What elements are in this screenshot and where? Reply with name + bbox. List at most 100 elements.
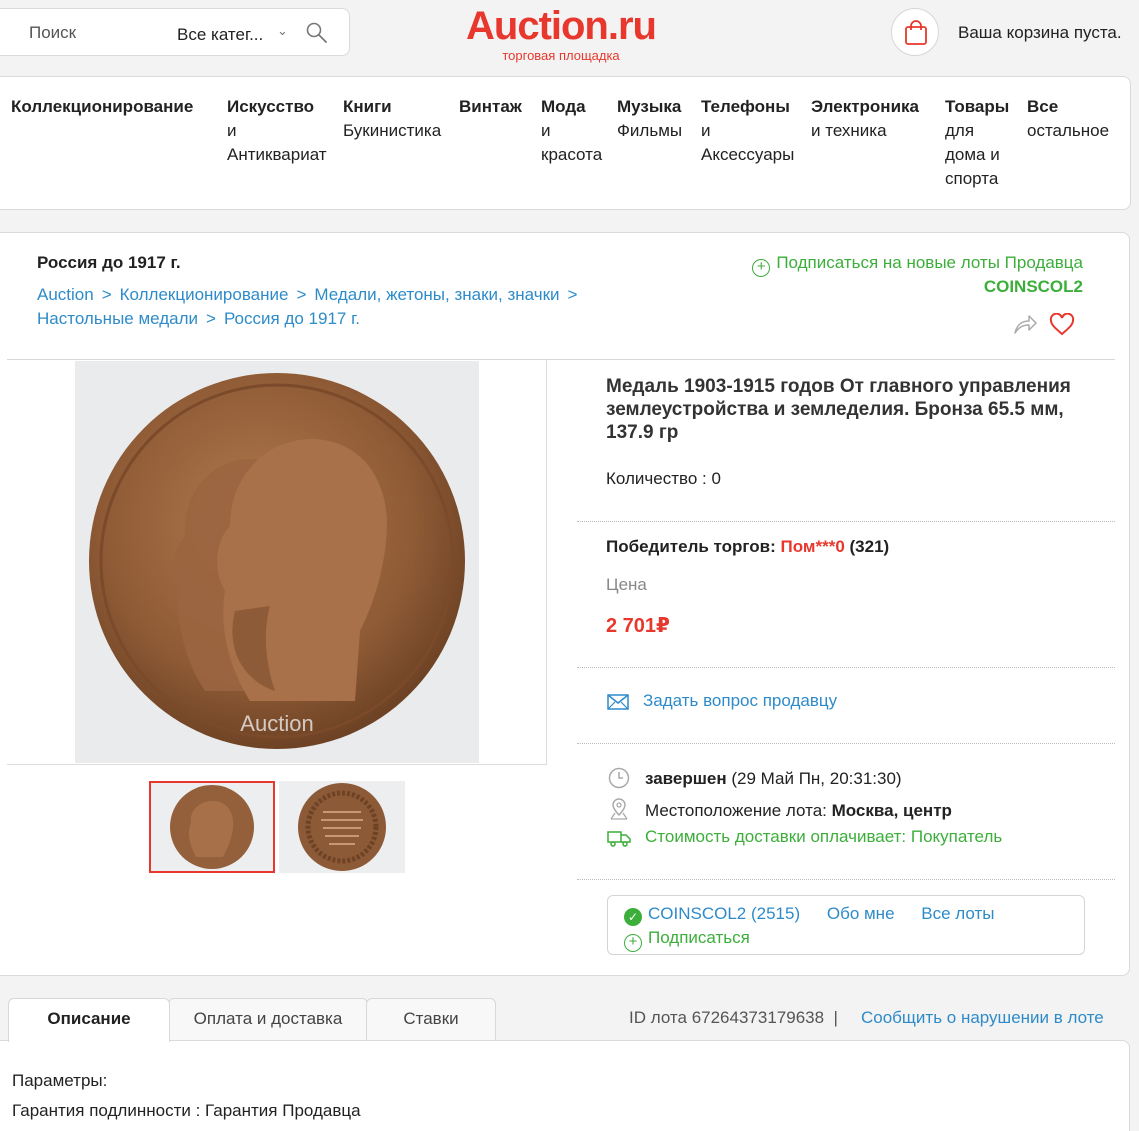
breadcrumb-separator: > — [296, 285, 307, 304]
lot-id: ID лота 67264373179638 | — [629, 1008, 838, 1028]
medal-obverse-image: Auction — [75, 361, 479, 763]
breadcrumb: Auction > Коллекционирование > Медали, жетон… — [37, 283, 657, 331]
nav-item-title: Электроника — [811, 97, 919, 116]
subscribe-seller-label: Подписаться на новые лоты Продавца — [776, 253, 1083, 272]
subscribe-seller-link[interactable]: + Подписаться на новые лоты Продавца — [752, 253, 1083, 277]
nav-item-sub: и техника — [811, 121, 887, 140]
breadcrumb-link[interactable]: Коллекционирование — [120, 285, 289, 304]
breadcrumb-separator: > — [567, 285, 578, 304]
tab-description[interactable]: Описание — [8, 998, 170, 1042]
nav-item-sub: Аксессуары — [701, 145, 795, 164]
dotted-divider — [577, 879, 1115, 880]
price: 2 701₽ — [606, 615, 670, 637]
top-bar: Все катег... ⌄ Auction.ru торговая площа… — [0, 0, 1139, 70]
nav-item-sub: и — [227, 121, 237, 140]
auction-winner: Победитель торгов: Пом***0 (321) — [606, 537, 889, 557]
breadcrumb-link[interactable]: Auction — [37, 285, 94, 304]
about-seller-link[interactable]: Обо мне — [827, 904, 895, 923]
nav-item-collecting[interactable]: Коллекционирование — [11, 95, 193, 119]
lot-main-image[interactable]: Auction — [75, 361, 479, 763]
nav-item-art[interactable]: Искусство и Антиквариат — [227, 95, 327, 167]
nav-item-books[interactable]: Книги Букинистика — [343, 95, 441, 143]
nav-item-sub: и — [541, 121, 551, 140]
nav-item-sub: и — [701, 121, 711, 140]
params-label: Параметры: — [12, 1071, 108, 1090]
nav-item-sub: красота — [541, 145, 603, 164]
lot-status-date: (29 Май Пн, 20:31:30) — [731, 769, 902, 788]
plus-circle-icon: + — [752, 259, 771, 277]
search-input[interactable] — [29, 21, 159, 45]
watermark: Auction — [240, 711, 313, 736]
breadcrumb-separator: > — [101, 285, 112, 304]
chevron-down-icon[interactable]: ⌄ — [277, 23, 288, 39]
lot-id-separator: | — [833, 1008, 838, 1027]
price-label: Цена — [606, 575, 647, 594]
winner-rating: (321) — [849, 537, 890, 556]
envelope-icon — [607, 694, 629, 710]
delivery-row: Стоимость доставки оплачивает: Покупател… — [607, 827, 1002, 847]
tab-payment-delivery[interactable]: Оплата и доставка — [168, 998, 368, 1040]
seller-box: ✓ COINSCOL2 (2515) Обо мне Все лоты + Подп… — [607, 895, 1085, 955]
thumbnail-1[interactable] — [149, 781, 275, 873]
subscribe-button[interactable]: + Подписаться — [624, 928, 750, 952]
category-select[interactable]: Все катег... — [177, 25, 263, 45]
truck-icon — [607, 831, 631, 847]
nav-item-title: Все — [1027, 97, 1059, 116]
all-lots-link[interactable]: Все лоты — [921, 904, 994, 923]
nav-item-title: Винтаж — [459, 97, 522, 116]
check-circle-icon: ✓ — [624, 908, 642, 926]
logo-text: Auction.ru — [466, 4, 657, 48]
thumbnail-2[interactable] — [279, 781, 405, 873]
logo-subtitle: торговая площадка — [502, 48, 620, 63]
nav-item-electronics[interactable]: Электроника и техника — [811, 95, 919, 143]
subscribe-label: Подписаться — [648, 928, 750, 947]
nav-item-title: Коллекционирование — [11, 97, 194, 116]
breadcrumb-link[interactable]: Медали, жетоны, знаки, значки — [314, 285, 559, 304]
share-icon[interactable] — [1013, 313, 1037, 335]
ask-seller-link[interactable]: Задать вопрос продавцу — [607, 691, 837, 711]
nav-item-title: Телефоны — [701, 97, 790, 116]
search-icon[interactable] — [305, 21, 329, 45]
nav-item-fashion[interactable]: Мода и красота — [541, 95, 602, 167]
category-nav: Коллекционирование Искусство и Антиквари… — [0, 76, 1131, 210]
lot-id-text: ID лота 67264373179638 — [629, 1008, 825, 1027]
nav-item-title: Музыка — [617, 97, 682, 116]
shopping-bag-icon — [905, 20, 927, 45]
report-violation-link[interactable]: Сообщить о нарушении в лоте — [861, 1008, 1104, 1028]
nav-item-vintage[interactable]: Винтаж — [459, 95, 522, 119]
winner-name[interactable]: Пом***0 — [781, 537, 845, 556]
tab-bids[interactable]: Ставки — [366, 998, 496, 1040]
seller-name-link[interactable]: COINSCOL2 — [984, 277, 1083, 297]
lot-status: завершен — [645, 769, 727, 788]
location-value: Москва, центр — [831, 801, 952, 820]
location-pin-icon — [610, 798, 628, 820]
nav-item-sub: Фильмы — [617, 121, 683, 140]
nav-item-sub: дома и — [945, 145, 1000, 164]
nav-item-home-goods[interactable]: Товары для дома и спорта — [945, 95, 1009, 191]
seller-profile-link[interactable]: COINSCOL2 (2515) — [648, 904, 800, 923]
nav-item-music[interactable]: Музыка Фильмы — [617, 95, 682, 143]
search-box: Все катег... ⌄ — [0, 8, 350, 56]
nav-item-phones[interactable]: Телефоны и Аксессуары — [701, 95, 794, 167]
site-logo[interactable]: Auction.ru торговая площадка — [446, 2, 676, 68]
thumbnail-obverse — [151, 783, 273, 871]
dotted-divider — [577, 743, 1115, 744]
status-row: завершен (29 Май Пн, 20:31:30) — [607, 767, 902, 789]
breadcrumb-separator: > — [206, 309, 216, 328]
dotted-divider — [577, 521, 1115, 522]
nav-item-sub: для — [945, 121, 975, 140]
nav-item-other[interactable]: Все остальное — [1027, 95, 1109, 143]
breadcrumb-link[interactable]: Россия до 1917 г. — [224, 309, 360, 328]
seller-links: ✓ COINSCOL2 (2515) Обо мне Все лоты — [624, 904, 994, 926]
winner-label: Победитель торгов: — [606, 537, 776, 556]
lot-title: Медаль 1903-1915 годов От главного управ… — [606, 376, 1071, 443]
cart-button[interactable] — [891, 8, 939, 56]
breadcrumb-link[interactable]: Настольные медали — [37, 309, 198, 328]
nav-item-title: Товары — [945, 97, 1010, 116]
heart-icon[interactable] — [1049, 313, 1075, 337]
nav-item-sub: Антиквариат — [227, 145, 327, 164]
nav-item-sub: остальное — [1027, 121, 1110, 140]
cart-status: Ваша корзина пуста. — [958, 23, 1122, 42]
description-panel: Параметры: Гарантия подлинности : Гарант… — [0, 1040, 1130, 1131]
dotted-divider — [577, 667, 1115, 668]
